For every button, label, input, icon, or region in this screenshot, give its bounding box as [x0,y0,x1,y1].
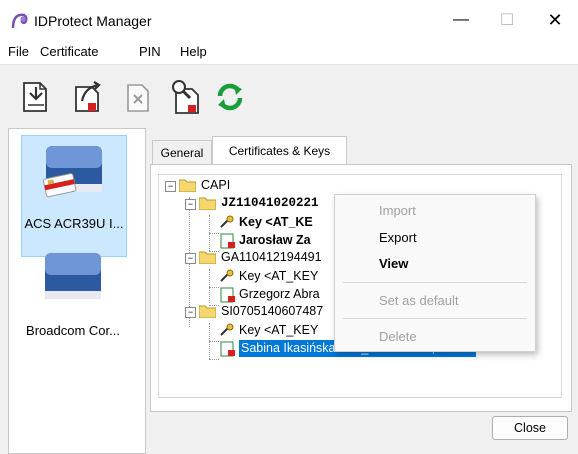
tree-node-certificate[interactable]: Grzegorz Abra [239,286,320,303]
menu-item-export[interactable]: Export [379,230,417,245]
certificate-icon [220,233,235,249]
toolbar [0,65,578,127]
collapse-toggle[interactable]: − [185,253,196,264]
folder-icon [199,305,216,318]
key-icon [220,215,234,228]
menu-item-delete[interactable]: Delete [379,329,417,344]
context-menu: Import Export View Set as default Delete [334,194,536,352]
export-certificate-icon[interactable] [70,79,106,115]
delete-certificate-icon[interactable] [120,79,156,115]
reader-label: ACS ACR39U I... [24,216,124,231]
app-logo-icon [11,13,28,29]
collapse-toggle[interactable]: − [185,307,196,318]
card-reader-icon [45,253,101,299]
reader-label: Broadcom Cor... [26,323,120,338]
tree-node-key[interactable]: Key <AT_KEY [239,268,318,285]
tree-node-capi[interactable]: CAPI [201,177,230,194]
reader-item-acs[interactable]: ACS ACR39U I... [21,135,127,257]
close-button[interactable]: Close [492,416,568,440]
tree-node-key[interactable]: Key <AT_KE [239,214,313,231]
card-reader-icon [42,146,102,198]
menu-bar: File Certificate PIN Help [0,40,578,65]
certificate-icon [220,287,235,303]
menu-help[interactable]: Help [180,44,207,59]
folder-icon [179,179,196,192]
menu-separator [343,282,527,283]
window-title: IDProtect Manager [34,13,152,29]
key-icon [220,323,234,336]
tree-node-container[interactable]: JZ11041020221 [221,195,319,212]
menu-file[interactable]: File [8,44,29,59]
reader-list: ACS ACR39U I... Broadcom Cor... [8,128,146,454]
tree-node-container[interactable]: SI0705140607487 [221,303,323,320]
folder-icon [199,197,216,210]
menu-pin[interactable]: PIN [139,44,161,59]
tab-general[interactable]: General [152,140,212,165]
key-icon [220,269,234,282]
menu-item-import[interactable]: Import [379,203,416,218]
menu-item-view[interactable]: View [379,256,408,271]
menu-certificate[interactable]: Certificate [40,44,99,59]
certificate-icon [220,341,235,357]
folder-icon [199,251,216,264]
collapse-toggle[interactable]: − [165,181,176,192]
refresh-icon[interactable] [212,79,248,115]
import-certificate-icon[interactable] [18,79,54,115]
tree-node-container[interactable]: GA110412194491 [221,249,322,266]
close-window-button[interactable]: ✕ [532,0,578,40]
tree-node-key[interactable]: Key <AT_KEY [239,322,318,339]
menu-separator [343,318,527,319]
maximize-button[interactable]: ☐ [484,0,530,40]
tree-node-certificate[interactable]: Jarosław Za [239,232,311,249]
menu-item-set-default[interactable]: Set as default [379,293,459,308]
minimize-button[interactable]: — [438,0,484,40]
tab-certificates-keys[interactable]: Certificates & Keys [212,136,347,165]
view-certificate-icon[interactable] [168,79,204,115]
reader-item-broadcom[interactable]: Broadcom Cor... [21,243,125,353]
collapse-toggle[interactable]: − [185,199,196,210]
